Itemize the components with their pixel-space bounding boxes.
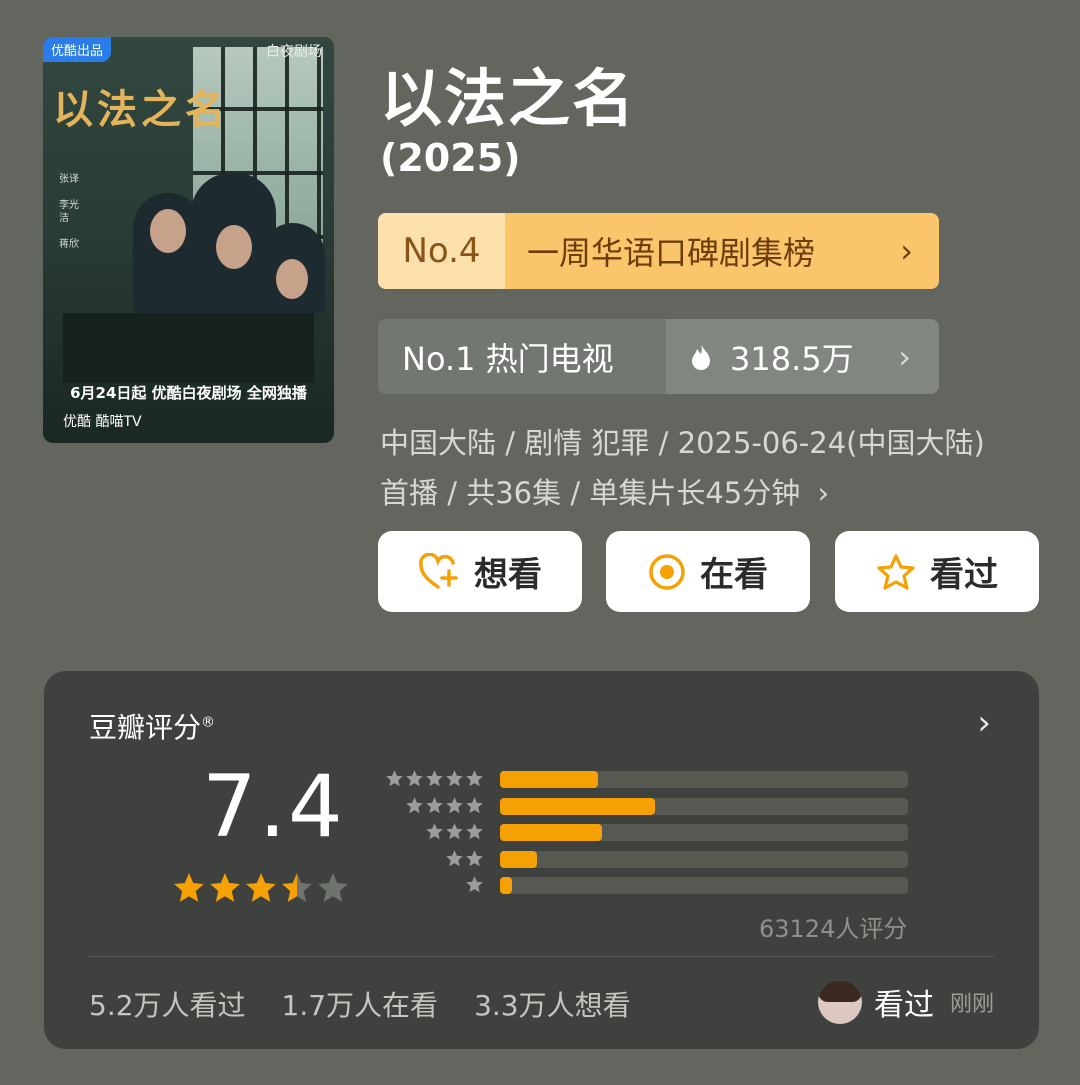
distribution-stars (465, 875, 484, 894)
star-icon (466, 823, 483, 840)
rating-stars (172, 871, 350, 905)
rank-label: 一周华语口碑剧集榜 (527, 234, 816, 272)
star-icon (246, 873, 276, 902)
star-icon (406, 770, 423, 787)
chevron-right-icon: › (898, 337, 911, 376)
distribution-track (500, 771, 908, 788)
poster-title: 以法之名 (53, 86, 229, 133)
youku-badge: 优酷出品 (43, 37, 112, 62)
rating-label: 豆瓣评分® (89, 711, 216, 744)
distribution-bar (500, 850, 537, 868)
release-year: (2025) (380, 136, 521, 180)
star-icon (466, 796, 483, 813)
heat-value: 318.5万 (666, 319, 898, 394)
divider (89, 956, 994, 957)
distribution-track (500, 850, 908, 868)
meta-line: 首播 / 共36集 / 单集片长45分钟 › (380, 468, 1060, 518)
heat-text: 318.5万 (730, 339, 854, 378)
cast-name: 蒋欣 (59, 239, 79, 250)
distribution-bar (500, 824, 602, 841)
star-icon (210, 873, 240, 902)
distribution-bar (500, 771, 598, 788)
star-icon (466, 849, 483, 866)
star-icon (386, 770, 403, 787)
distribution-track (500, 824, 908, 841)
watching-button[interactable]: 在看 (606, 531, 810, 612)
poster-face (276, 259, 308, 299)
poster-desk (63, 313, 314, 383)
distribution-row (384, 822, 914, 841)
star-icon (446, 823, 463, 840)
distribution-row (384, 875, 914, 894)
hot-rank-label: No.1 热门电视 (378, 319, 666, 394)
want-count[interactable]: 3.3万人想看 (474, 984, 631, 1024)
poster-image[interactable]: 优酷出品 白夜剧场 以法之名 张译 李光洁 蒋欣 6月24日起 优酷白夜剧场 全… (43, 37, 334, 443)
meta-line-text: 首播 / 共36集 / 单集片长45分钟 (380, 476, 801, 510)
star-icon (426, 823, 443, 840)
poster-cast: 张译 李光洁 蒋欣 (59, 173, 87, 251)
distribution-stars (445, 849, 484, 868)
star-outline-icon (877, 553, 915, 590)
watching-label: 在看 (700, 555, 768, 595)
star-icon (282, 873, 312, 902)
distribution-row (384, 849, 914, 868)
distribution-bar (500, 797, 656, 815)
star-icon (446, 796, 463, 813)
chevron-right-icon: › (817, 476, 830, 510)
target-icon (649, 553, 685, 590)
page-title: 以法之名 (380, 62, 637, 135)
star-icon (426, 770, 443, 787)
rating-score: 7.4 (202, 757, 345, 857)
distribution-track (500, 797, 908, 815)
star-icon (446, 770, 463, 787)
viewer-stats: 5.2万人看过 1.7万人在看 3.3万人想看 (89, 984, 631, 1024)
recent-time: 刚刚 (949, 992, 994, 1017)
avatar (817, 980, 862, 1024)
poster-brand: 白夜剧场 (266, 44, 322, 60)
star-icon (446, 849, 463, 866)
poster-release: 6月24日起 优酷白夜剧场 全网独播 (70, 384, 307, 402)
star-icon (426, 796, 443, 813)
distribution-track (500, 877, 908, 894)
show-meta[interactable]: 中国大陆 / 剧情 犯罪 / 2025-06-24(中国大陆) 首播 / 共36… (380, 418, 1060, 518)
cast-name: 李光洁 (59, 200, 79, 224)
star-icon (318, 873, 348, 902)
distribution-bar (500, 877, 513, 894)
distribution-stars (425, 822, 484, 841)
rating-count: 63124人评分 (759, 915, 908, 943)
recent-action: 看过 (873, 988, 934, 1023)
star-icon (466, 770, 483, 787)
watched-label: 看过 (930, 555, 998, 595)
watched-count[interactable]: 5.2万人看过 (89, 984, 246, 1024)
poster-face (216, 225, 252, 269)
distribution-stars (405, 796, 484, 815)
chevron-right-icon[interactable]: › (977, 703, 991, 743)
flame-icon (692, 343, 710, 370)
heart-plus-icon (419, 552, 458, 589)
cast-name: 张译 (59, 174, 79, 185)
star-icon (406, 796, 423, 813)
meta-line: 中国大陆 / 剧情 犯罪 / 2025-06-24(中国大陆) (380, 426, 985, 460)
poster-face (150, 209, 186, 253)
want-label: 想看 (474, 555, 542, 595)
distribution-stars (385, 769, 484, 788)
watched-button[interactable]: 看过 (835, 531, 1039, 612)
weekly-rank-banner[interactable]: No.4 一周华语口碑剧集榜 › (378, 213, 939, 289)
rank-number: No.4 (378, 213, 505, 289)
rating-card[interactable]: 豆瓣评分® › 7.4 63124人评分 5.2万人看过 1.7万人在看 3.3… (44, 671, 1039, 1049)
star-icon (466, 876, 483, 893)
star-icon (174, 873, 204, 902)
watching-count[interactable]: 1.7万人在看 (282, 984, 439, 1024)
want-to-watch-button[interactable]: 想看 (378, 531, 582, 612)
recent-activity[interactable]: 看过 刚刚 (817, 980, 994, 1024)
poster-platform: 优酷 酷喵TV (63, 414, 142, 430)
rating-label-text: 豆瓣评分 (89, 711, 202, 744)
distribution-row (384, 769, 914, 788)
hot-tv-rank-banner[interactable]: No.1 热门电视 318.5万 › (378, 319, 939, 394)
chevron-right-icon: › (900, 232, 913, 270)
distribution-row (384, 796, 914, 815)
